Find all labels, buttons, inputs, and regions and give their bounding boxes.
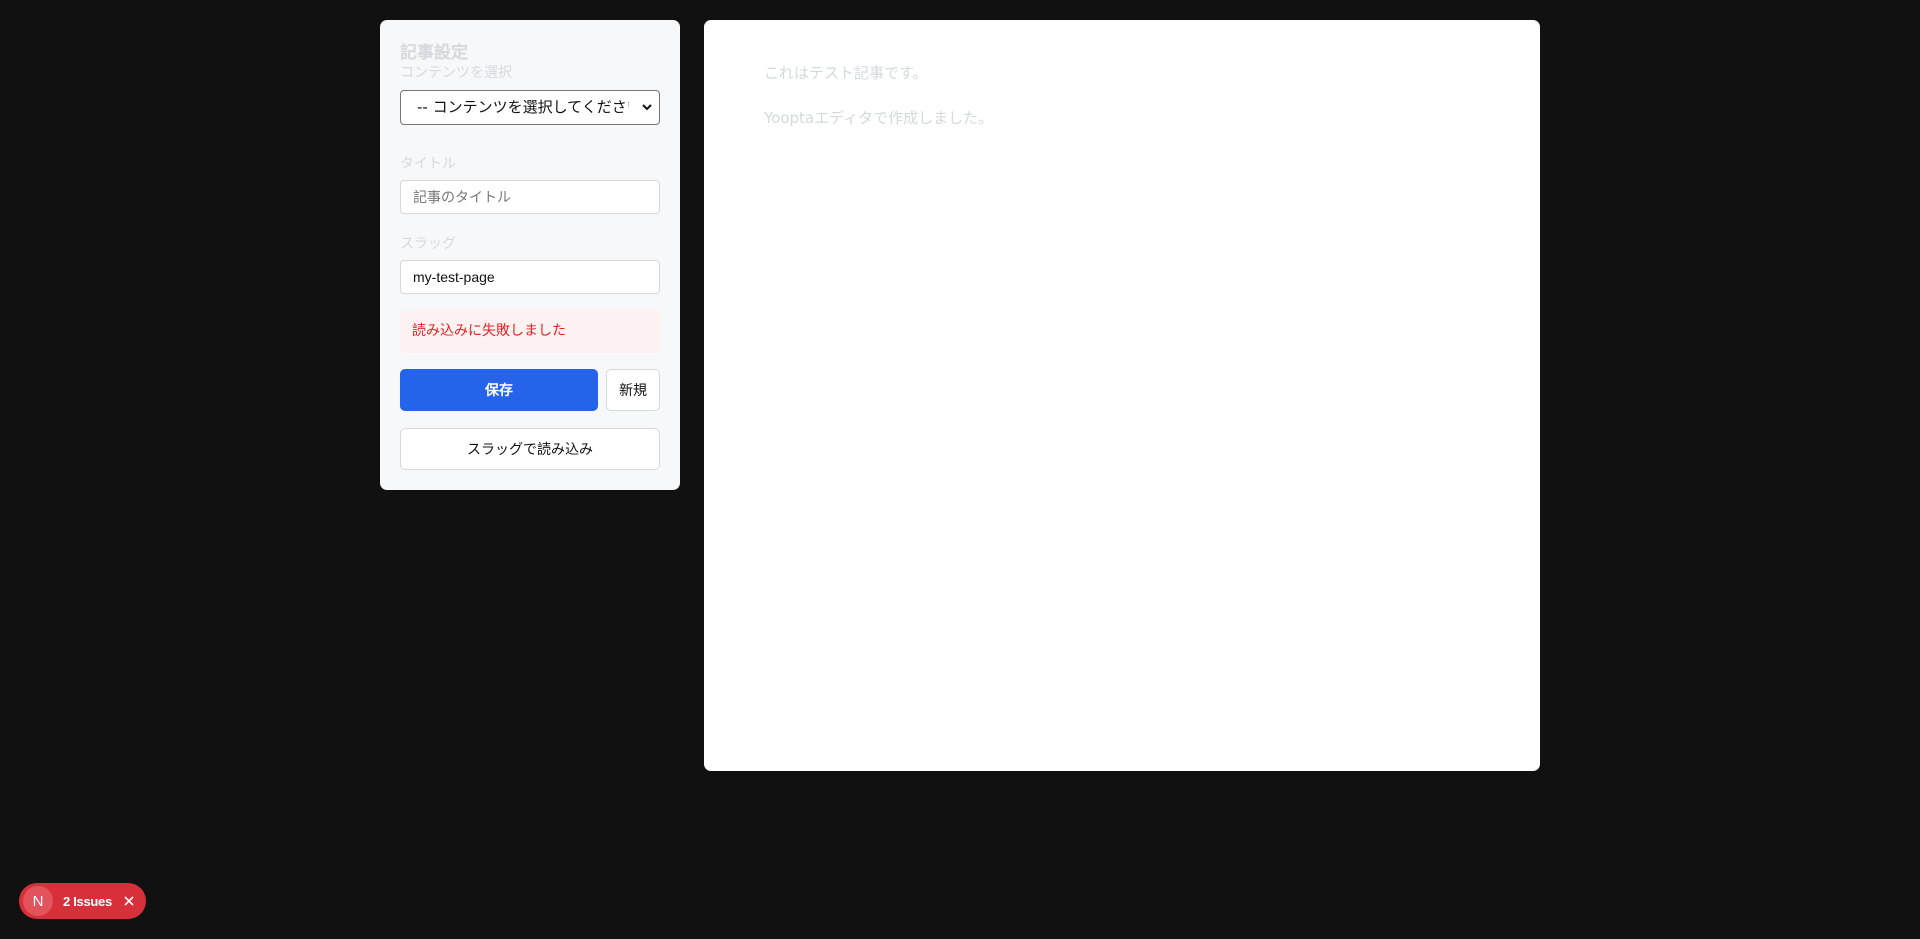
content-select-label: コンテンツを選択 xyxy=(400,65,512,81)
panel-title: 記事設定 xyxy=(400,43,468,63)
slug-label: スラッグ xyxy=(400,236,456,252)
error-message: 読み込みに失敗しました xyxy=(400,310,660,353)
title-input[interactable] xyxy=(400,180,660,214)
issues-badge[interactable]: N 2 Issues xyxy=(19,883,146,919)
next-logo-icon[interactable]: N xyxy=(23,886,53,916)
content-select[interactable]: -- コンテンツを選択してください -- xyxy=(400,90,660,125)
editor-paragraph[interactable]: これはテスト記事です。 xyxy=(764,63,1480,83)
content-select-value: -- コンテンツを選択してください -- xyxy=(417,98,629,116)
load-by-slug-button[interactable]: スラッグで読み込み xyxy=(400,428,660,470)
editor-paragraph[interactable]: Yooptaエディタで作成しました。 xyxy=(764,108,1480,128)
save-button[interactable]: 保存 xyxy=(400,369,598,411)
title-label: タイトル xyxy=(400,156,456,172)
chevron-down-icon xyxy=(642,104,652,111)
action-buttons: 保存 新規 xyxy=(400,369,660,411)
article-settings-panel: 記事設定 コンテンツを選択 -- コンテンツを選択してください -- タイトル … xyxy=(380,20,680,490)
new-button[interactable]: 新規 xyxy=(606,369,660,411)
close-icon[interactable] xyxy=(122,894,136,908)
slug-input[interactable] xyxy=(400,260,660,294)
editor-area[interactable]: これはテスト記事です。 Yooptaエディタで作成しました。 xyxy=(704,20,1540,771)
issues-count[interactable]: 2 Issues xyxy=(63,894,112,909)
